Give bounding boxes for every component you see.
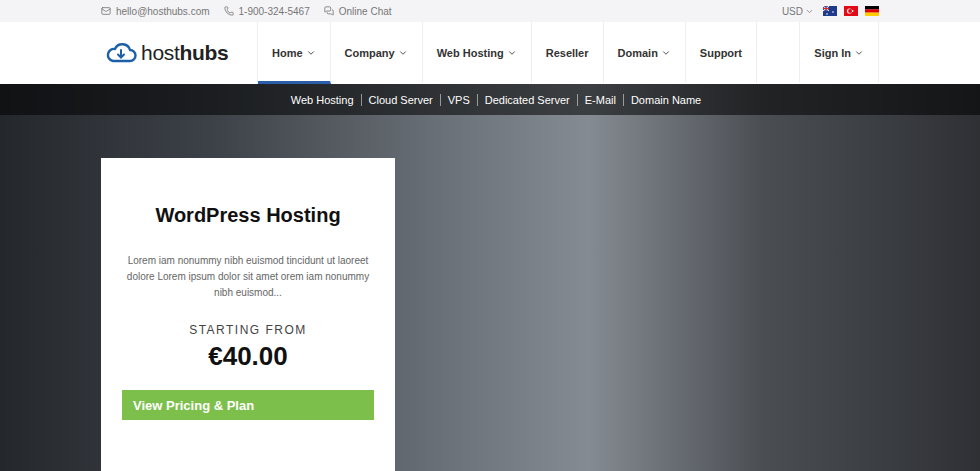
chevron-down-icon [661, 48, 671, 58]
chevron-down-icon [854, 48, 864, 58]
mail-icon [101, 6, 111, 16]
phone-link[interactable]: 1-900-324-5467 [224, 6, 310, 17]
promo-title: WordPress Hosting [155, 204, 340, 227]
promo-price: €40.00 [208, 341, 288, 372]
logo-text: hosthubs [141, 41, 228, 65]
logo[interactable]: hosthubs [101, 22, 257, 84]
email-link[interactable]: hello@hosthubs.com [101, 6, 210, 17]
main-nav: HomeCompanyWeb HostingResellerDomainSupp… [257, 22, 757, 84]
promo-description: Lorem iam nonummy nibh euismod tincidunt… [121, 253, 375, 301]
starting-label: STARTING FROM [189, 323, 307, 337]
sub-nav: Web HostingCloud ServerVPSDedicated Serv… [0, 84, 980, 115]
hero-banner: Web HostingCloud ServerVPSDedicated Serv… [0, 84, 980, 471]
sub-nav-link[interactable]: Domain Name [623, 94, 708, 106]
chevron-down-icon [805, 7, 814, 16]
sub-nav-link[interactable]: Cloud Server [361, 94, 440, 106]
currency-select[interactable]: USD [782, 6, 814, 17]
turkey-flag-icon[interactable] [844, 6, 858, 16]
chevron-down-icon [398, 48, 408, 58]
chat-icon [324, 6, 334, 16]
nav-item[interactable]: Home [258, 22, 331, 84]
view-pricing-button[interactable]: View Pricing & Plan [122, 390, 374, 420]
germany-flag-icon[interactable] [865, 6, 879, 16]
cloud-icon [105, 41, 137, 65]
sub-nav-link[interactable]: VPS [440, 94, 477, 106]
chevron-down-icon [306, 48, 316, 58]
page: hello@hosthubs.com 1-900-324-5467 Online C… [0, 0, 980, 471]
nav-item[interactable]: Company [331, 22, 423, 84]
sign-in-button[interactable]: Sign In [799, 22, 879, 84]
nav-item[interactable]: Reseller [532, 22, 604, 84]
top-bar: hello@hosthubs.com 1-900-324-5467 Online C… [0, 0, 980, 22]
nav-item[interactable]: Web Hosting [423, 22, 532, 84]
chevron-down-icon [507, 48, 517, 58]
promo-card: WordPress Hosting Lorem iam nonummy nibh … [101, 158, 395, 471]
sub-nav-link[interactable]: Dedicated Server [477, 94, 577, 106]
phone-icon [224, 6, 234, 16]
sub-nav-link[interactable]: Web Hosting [284, 94, 361, 106]
australia-flag-icon[interactable] [823, 6, 837, 16]
chat-link[interactable]: Online Chat [324, 6, 392, 17]
nav-item[interactable]: Domain [604, 22, 686, 84]
sub-nav-link[interactable]: E-Mail [577, 94, 623, 106]
nav-bar: hosthubs HomeCompanyWeb HostingResellerDo… [0, 22, 980, 84]
nav-item[interactable]: Support [686, 22, 757, 84]
